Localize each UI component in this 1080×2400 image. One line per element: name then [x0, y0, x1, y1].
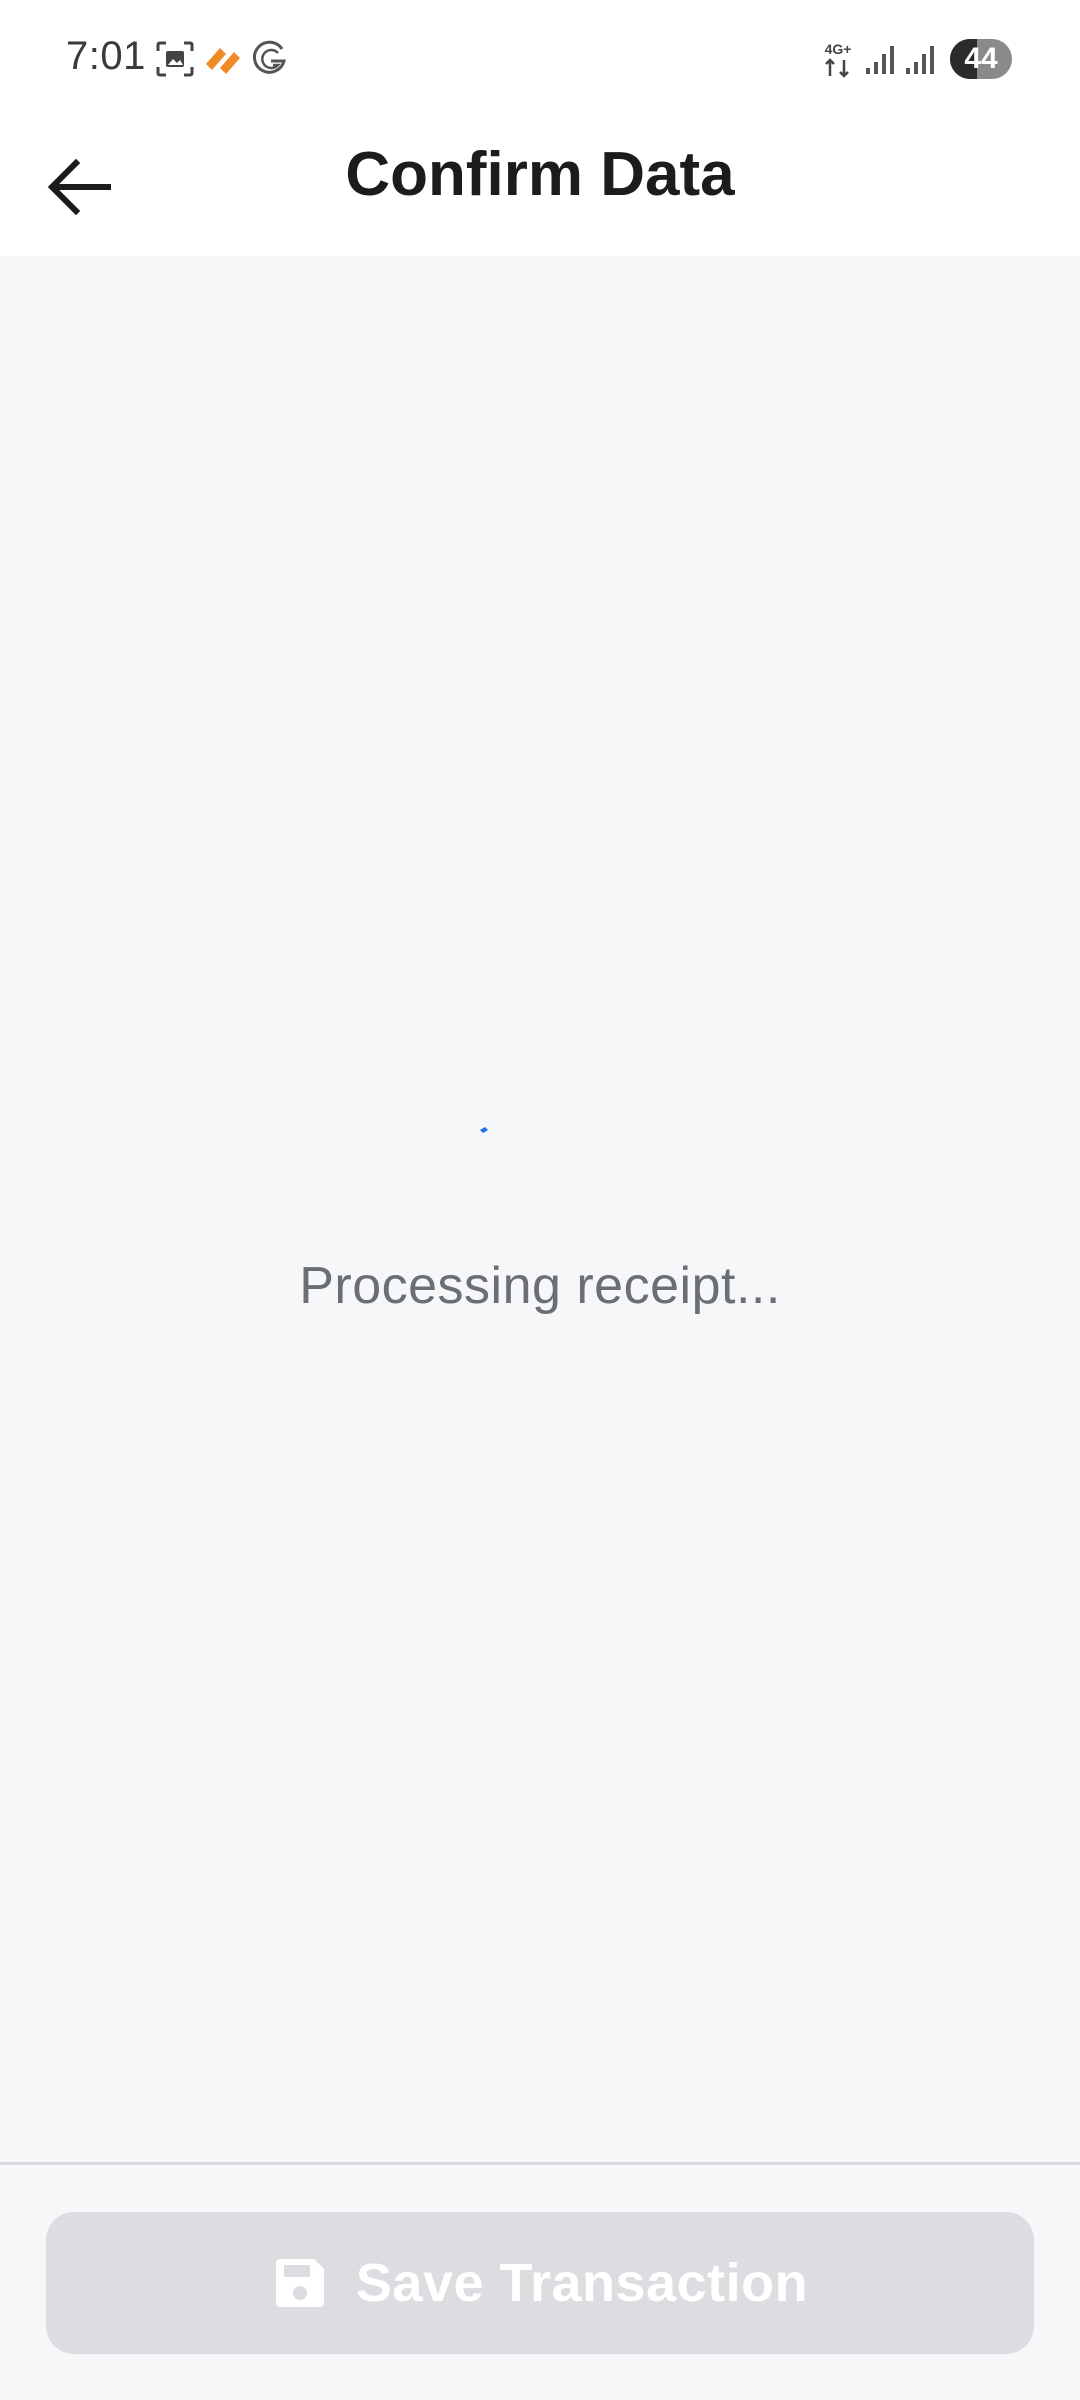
status-time: 7:01: [66, 34, 146, 78]
page-title: Confirm Data: [345, 140, 735, 209]
signal-icon: [866, 46, 894, 74]
save-transaction-label: Save Transaction: [355, 2253, 809, 2313]
battery-icon: 44: [950, 39, 1012, 79]
save-transaction-button[interactable]: Save Transaction: [46, 2212, 1034, 2354]
g-app-icon: [252, 40, 286, 74]
network-type-label: 4G+: [825, 41, 852, 57]
bottom-action-area: Save Transaction: [0, 2165, 1080, 2400]
signal-icon: [906, 46, 934, 74]
floppy-disk-icon: [275, 2259, 324, 2307]
app-notification-icon: [206, 48, 240, 74]
app-bar: Confirm Data: [0, 118, 1080, 256]
network-4g-icon: 4G+: [820, 40, 856, 80]
screenshot-icon: [156, 41, 194, 77]
processing-status-text: Processing receipt...: [299, 1257, 781, 1315]
status-bar: 7:01 4G+ 44: [0, 0, 1080, 118]
loading-spinner: [480, 1127, 488, 1133]
battery-level: 44: [964, 42, 998, 75]
main-content: [0, 256, 1080, 2162]
